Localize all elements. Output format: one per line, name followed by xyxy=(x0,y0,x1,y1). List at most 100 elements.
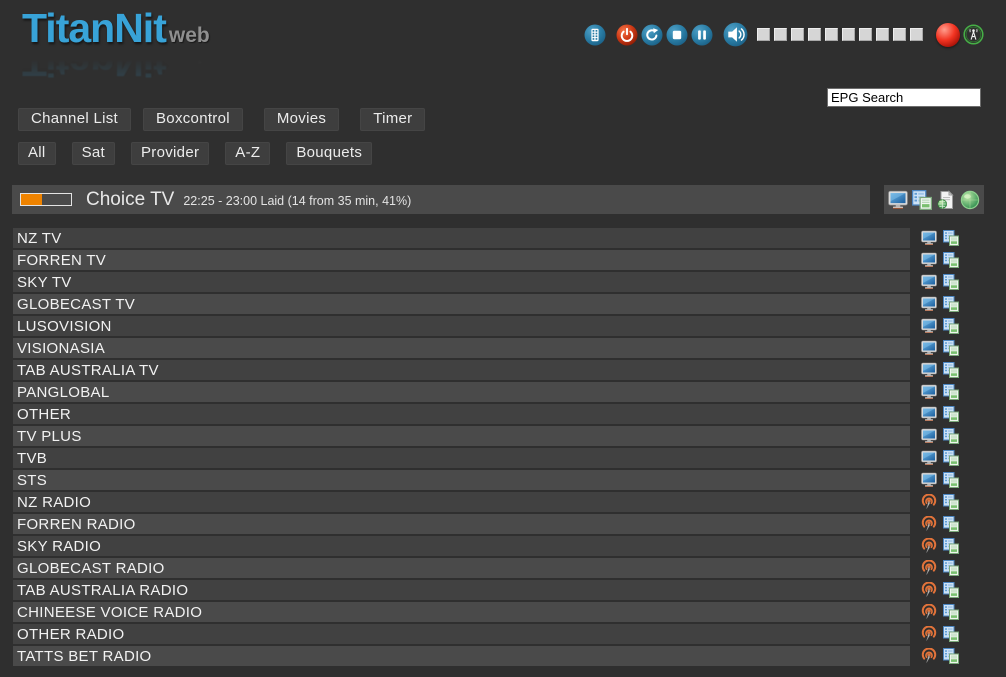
epg-pages-icon xyxy=(943,340,959,356)
epg-button[interactable] xyxy=(943,582,959,598)
epg-button[interactable] xyxy=(943,560,959,576)
channel-row-actions xyxy=(921,274,965,290)
web-epg-button[interactable] xyxy=(936,190,956,210)
epg-search-input[interactable] xyxy=(827,88,981,107)
channel-row-bar[interactable]: TAB AUSTRALIA RADIO xyxy=(13,580,910,600)
zap-tv-button[interactable] xyxy=(921,362,937,378)
channel-row: VISIONASIA xyxy=(13,338,965,358)
epg-button[interactable] xyxy=(943,296,959,312)
zap-radio-button[interactable] xyxy=(921,538,937,554)
channel-row-actions xyxy=(921,362,965,378)
channel-row-bar[interactable]: GLOBECAST TV xyxy=(13,294,910,314)
epg-button[interactable] xyxy=(943,472,959,488)
filter-az-button[interactable]: A-Z xyxy=(225,142,270,165)
channel-row-bar[interactable]: CHINEESE VOICE RADIO xyxy=(13,602,910,622)
epg-button[interactable] xyxy=(943,626,959,642)
channel-row-bar[interactable]: OTHER RADIO xyxy=(13,624,910,644)
channel-name: PANGLOBAL xyxy=(17,384,109,401)
stream-antenna-button[interactable] xyxy=(963,24,984,45)
epg-button[interactable] xyxy=(943,252,959,268)
zap-tv-button[interactable] xyxy=(921,472,937,488)
channel-row-bar[interactable]: TVB xyxy=(13,448,910,468)
epg-button[interactable] xyxy=(943,384,959,400)
stream-button[interactable] xyxy=(960,190,980,210)
epg-button[interactable] xyxy=(943,516,959,532)
epg-button[interactable] xyxy=(912,190,932,210)
channel-row-bar[interactable]: TATTS BET RADIO xyxy=(13,646,910,666)
restart-button[interactable] xyxy=(641,24,663,46)
zap-radio-button[interactable] xyxy=(921,560,937,576)
channel-row-bar[interactable]: SKY TV xyxy=(13,272,910,292)
nav-movies-button[interactable]: Movies xyxy=(264,108,339,131)
nav-timer-button[interactable]: Timer xyxy=(360,108,425,131)
volume-segment[interactable] xyxy=(757,28,770,41)
epg-button[interactable] xyxy=(943,274,959,290)
nav-channel-list-button[interactable]: Channel List xyxy=(18,108,131,131)
volume-segment[interactable] xyxy=(910,28,923,41)
channel-row-bar[interactable]: STS xyxy=(13,470,910,490)
channel-row-bar[interactable]: SKY RADIO xyxy=(13,536,910,556)
power-button[interactable] xyxy=(616,24,638,46)
zap-tv-button[interactable] xyxy=(921,406,937,422)
channel-row-actions xyxy=(921,406,965,422)
channel-row-bar[interactable]: FORREN RADIO xyxy=(13,514,910,534)
pause-button[interactable] xyxy=(691,24,713,46)
channel-row-bar[interactable]: OTHER xyxy=(13,404,910,424)
epg-button[interactable] xyxy=(943,340,959,356)
nav-boxcontrol-button[interactable]: Boxcontrol xyxy=(143,108,243,131)
epg-button[interactable] xyxy=(943,318,959,334)
channel-row-bar[interactable]: GLOBECAST RADIO xyxy=(13,558,910,578)
volume-segment[interactable] xyxy=(842,28,855,41)
volume-segment[interactable] xyxy=(893,28,906,41)
epg-button[interactable] xyxy=(943,362,959,378)
volume-segment[interactable] xyxy=(825,28,838,41)
channel-row-bar[interactable]: FORREN TV xyxy=(13,250,910,270)
zap-tv-button[interactable] xyxy=(921,318,937,334)
channel-row-bar[interactable]: LUSOVISION xyxy=(13,316,910,336)
filter-sat-button[interactable]: Sat xyxy=(72,142,115,165)
channel-row-bar[interactable]: PANGLOBAL xyxy=(13,382,910,402)
epg-button[interactable] xyxy=(943,406,959,422)
volume-segment[interactable] xyxy=(774,28,787,41)
volume-segment[interactable] xyxy=(859,28,872,41)
channel-row-bar[interactable]: NZ RADIO xyxy=(13,492,910,512)
epg-button[interactable] xyxy=(943,230,959,246)
mute-button[interactable] xyxy=(723,22,748,47)
record-indicator[interactable] xyxy=(936,23,960,47)
zap-button[interactable] xyxy=(888,190,908,210)
zap-tv-button[interactable] xyxy=(921,252,937,268)
filter-bouquets-button[interactable]: Bouquets xyxy=(286,142,372,165)
zap-tv-button[interactable] xyxy=(921,274,937,290)
epg-button[interactable] xyxy=(943,538,959,554)
epg-pages-icon xyxy=(943,318,959,334)
zap-tv-button[interactable] xyxy=(921,384,937,400)
volume-segment[interactable] xyxy=(791,28,804,41)
radio-icon xyxy=(921,494,937,510)
epg-button[interactable] xyxy=(943,648,959,664)
zap-tv-button[interactable] xyxy=(921,450,937,466)
zap-radio-button[interactable] xyxy=(921,648,937,664)
epg-button[interactable] xyxy=(943,450,959,466)
zap-tv-button[interactable] xyxy=(921,230,937,246)
volume-segment[interactable] xyxy=(808,28,821,41)
channel-row-bar[interactable]: TV PLUS xyxy=(13,426,910,446)
zap-radio-button[interactable] xyxy=(921,582,937,598)
zap-radio-button[interactable] xyxy=(921,494,937,510)
epg-button[interactable] xyxy=(943,494,959,510)
remote-control-button[interactable] xyxy=(584,24,606,46)
zap-radio-button[interactable] xyxy=(921,516,937,532)
zap-tv-button[interactable] xyxy=(921,296,937,312)
epg-button[interactable] xyxy=(943,604,959,620)
filter-provider-button[interactable]: Provider xyxy=(131,142,209,165)
filter-all-button[interactable]: All xyxy=(18,142,56,165)
zap-radio-button[interactable] xyxy=(921,604,937,620)
zap-tv-button[interactable] xyxy=(921,428,937,444)
zap-radio-button[interactable] xyxy=(921,626,937,642)
channel-row-bar[interactable]: VISIONASIA xyxy=(13,338,910,358)
zap-tv-button[interactable] xyxy=(921,340,937,356)
epg-button[interactable] xyxy=(943,428,959,444)
channel-row-bar[interactable]: NZ TV xyxy=(13,228,910,248)
stop-button[interactable] xyxy=(666,24,688,46)
volume-segment[interactable] xyxy=(876,28,889,41)
channel-row-bar[interactable]: TAB AUSTRALIA TV xyxy=(13,360,910,380)
